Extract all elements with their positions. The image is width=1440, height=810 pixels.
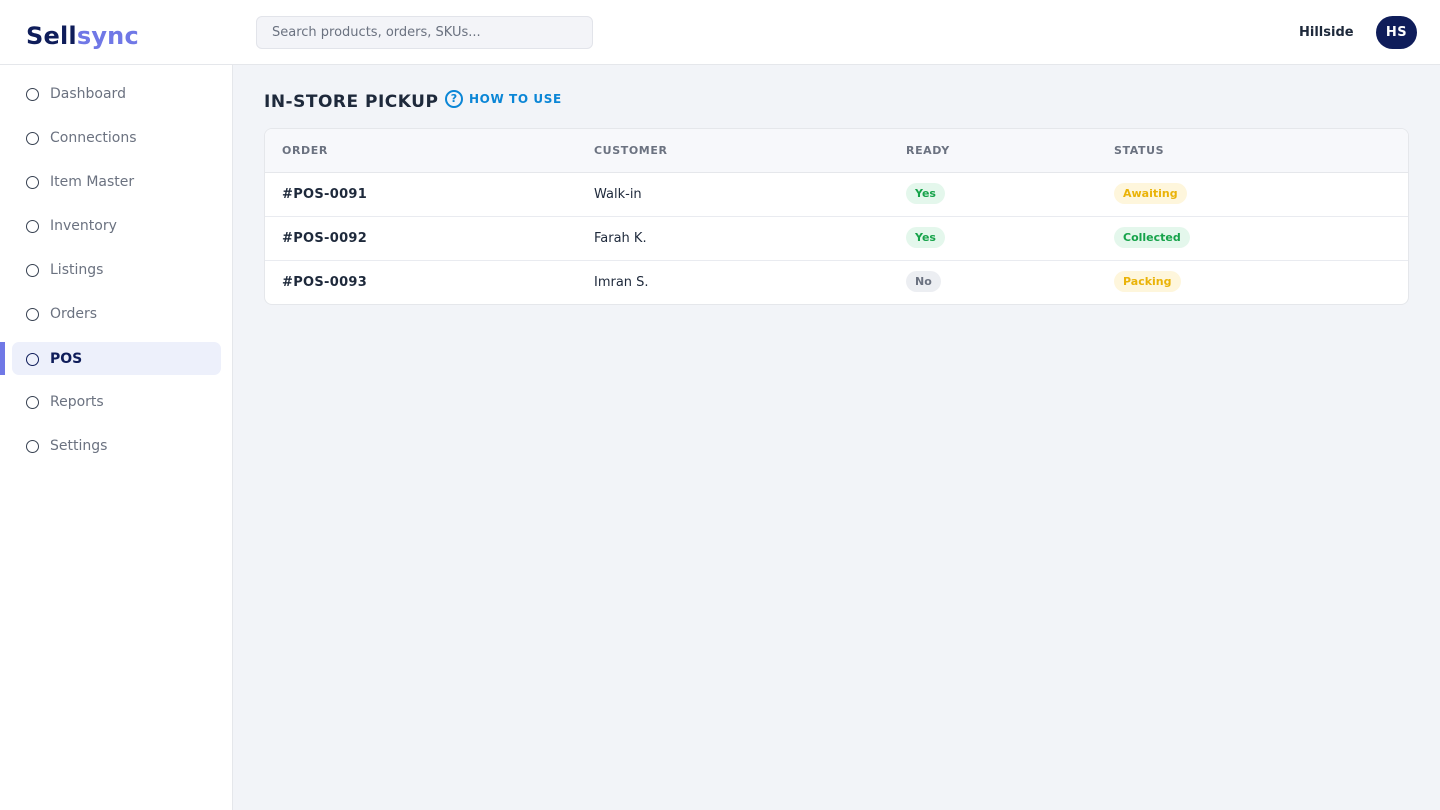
- circle-icon: [26, 308, 39, 321]
- brand-logo-part2: sync: [76, 22, 139, 50]
- sidebar-item-listings[interactable]: Listings: [12, 253, 221, 286]
- ready-badge: No: [906, 271, 941, 292]
- ready-badge: Yes: [906, 183, 945, 204]
- sidebar: Dashboard Connections Item Master Invent…: [0, 65, 233, 810]
- sidebar-item-orders[interactable]: Orders: [12, 297, 221, 330]
- order-id[interactable]: #POS-0091: [282, 186, 367, 203]
- status-badge: Collected: [1114, 227, 1190, 248]
- circle-icon: [26, 220, 39, 233]
- table-row[interactable]: #POS-0093 Imran S. No Packing: [265, 261, 1408, 304]
- sidebar-item-item-master[interactable]: Item Master: [12, 165, 221, 198]
- sidebar-item-reports[interactable]: Reports: [12, 385, 221, 418]
- customer-name: Farah K.: [594, 231, 647, 246]
- sidebar-item-label: Listings: [50, 262, 104, 278]
- table-row[interactable]: #POS-0092 Farah K. Yes Collected: [265, 217, 1408, 261]
- column-header-order[interactable]: ORDER: [282, 144, 328, 158]
- sidebar-item-label: POS: [50, 351, 83, 367]
- circle-icon: [26, 132, 39, 145]
- circle-icon: [26, 264, 39, 277]
- order-id[interactable]: #POS-0092: [282, 230, 367, 247]
- sidebar-item-label: Item Master: [50, 174, 135, 190]
- circle-icon: [26, 396, 39, 409]
- status-badge: Awaiting: [1114, 183, 1187, 204]
- sidebar-item-label: Inventory: [50, 218, 117, 234]
- circle-icon: [26, 353, 39, 366]
- customer-name: Imran S.: [594, 275, 649, 290]
- brand-logo-part1: Sell: [26, 22, 77, 50]
- app-window: Sellsync Hillside HS Dashboard Connectio…: [0, 0, 1440, 810]
- sidebar-item-dashboard[interactable]: Dashboard: [12, 77, 221, 110]
- sidebar-item-pos[interactable]: POS: [12, 342, 221, 375]
- column-header-status[interactable]: STATUS: [1114, 144, 1164, 158]
- search-input[interactable]: [256, 16, 593, 49]
- customer-name: Walk-in: [594, 187, 642, 202]
- sidebar-item-label: Dashboard: [50, 86, 126, 102]
- avatar[interactable]: HS: [1376, 16, 1417, 49]
- sidebar-item-label: Orders: [50, 306, 98, 322]
- circle-icon: [26, 88, 39, 101]
- sidebar-item-label: Settings: [50, 438, 108, 454]
- status-badge: Packing: [1114, 271, 1181, 292]
- column-header-ready[interactable]: READY: [906, 144, 950, 158]
- sidebar-item-settings[interactable]: Settings: [12, 429, 221, 462]
- pickup-table: ORDER CUSTOMER READY STATUS #POS-0091 Wa…: [264, 128, 1409, 305]
- active-indicator: [0, 342, 5, 375]
- column-header-customer[interactable]: CUSTOMER: [594, 144, 668, 158]
- sidebar-item-inventory[interactable]: Inventory: [12, 209, 221, 242]
- table-row[interactable]: #POS-0091 Walk-in Yes Awaiting: [265, 173, 1408, 217]
- question-circle-icon: ?: [445, 90, 463, 108]
- circle-icon: [26, 440, 39, 453]
- circle-icon: [26, 176, 39, 189]
- brand-logo[interactable]: Sellsync: [26, 20, 139, 52]
- store-name[interactable]: Hillside: [1299, 24, 1354, 41]
- main-content: IN-STORE PICKUP ? HOW TO USE ORDER CUSTO…: [233, 65, 1440, 810]
- how-to-use-label: HOW TO USE: [469, 92, 562, 106]
- sidebar-item-label: Connections: [50, 130, 137, 146]
- order-id[interactable]: #POS-0093: [282, 274, 367, 291]
- table-header: ORDER CUSTOMER READY STATUS: [265, 129, 1408, 173]
- top-bar: Sellsync Hillside HS: [0, 0, 1440, 65]
- page-title: IN-STORE PICKUP: [264, 92, 439, 112]
- sidebar-item-connections[interactable]: Connections: [12, 121, 221, 154]
- ready-badge: Yes: [906, 227, 945, 248]
- sidebar-item-label: Reports: [50, 394, 104, 410]
